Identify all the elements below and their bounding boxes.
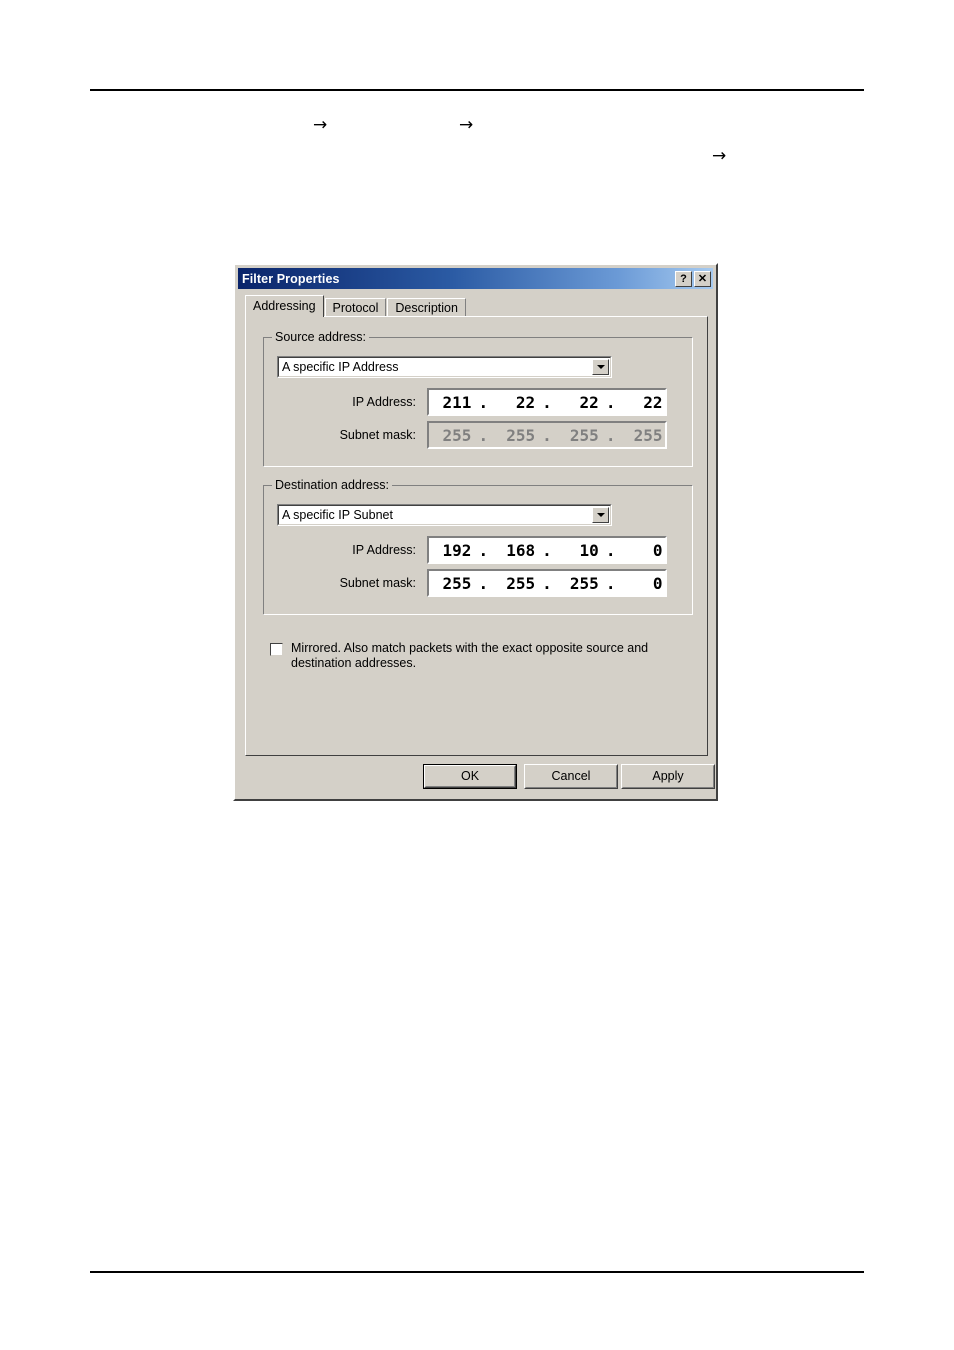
mirrored-checkbox-label: Mirrored. Also match packets with the ex… [291, 641, 649, 670]
source-address-group: Source address: A specific IP Address IP… [263, 330, 693, 467]
source-ip-octet-4[interactable]: 22 [622, 393, 662, 412]
chevron-down-icon[interactable] [592, 359, 609, 375]
ip-separator: . [542, 425, 552, 445]
page-header-rule [90, 89, 864, 91]
tab-protocol[interactable]: Protocol [324, 298, 387, 317]
destination-address-group: Destination address: A specific IP Subne… [263, 478, 693, 615]
source-mask-octet-4: 255 [633, 425, 663, 445]
ip-separator: . [542, 392, 552, 412]
destination-ip-address-label: IP Address: [352, 543, 416, 557]
destination-address-group-title: Destination address: [272, 478, 392, 492]
ip-separator: . [478, 425, 489, 445]
ok-button-label: OK [460, 769, 480, 783]
ip-separator: . [605, 573, 616, 593]
source-mask-octet-2: 255 [506, 425, 536, 445]
destination-ip-octet-3[interactable]: 10 [559, 541, 599, 560]
page-footer-rule [90, 1271, 864, 1273]
source-address-type-combobox[interactable]: A specific IP Address [277, 356, 612, 378]
apply-button[interactable]: Apply [621, 764, 715, 789]
source-address-type-value: A specific IP Address [282, 360, 399, 374]
mirrored-checkbox-row[interactable]: Mirrored. Also match packets with the ex… [270, 641, 671, 671]
destination-ip-octet-2[interactable]: 168 [495, 541, 535, 560]
chevron-down-icon[interactable] [592, 507, 609, 523]
cancel-button-label: Cancel [551, 769, 591, 783]
destination-mask-octet-2[interactable]: 255 [495, 574, 535, 593]
destination-mask-octet-3[interactable]: 255 [559, 574, 599, 593]
source-mask-octet-3: 255 [569, 425, 599, 445]
destination-ip-address-field[interactable]: 192 . 168 . 10 . 0 [427, 536, 667, 564]
ip-separator: . [542, 573, 552, 593]
source-address-group-title: Source address: [272, 330, 370, 344]
destination-mask-octet-1[interactable]: 255 [431, 574, 472, 593]
destination-ip-octet-1[interactable]: 192 [431, 541, 472, 560]
tabstrip: Addressing Protocol Description [245, 295, 467, 317]
ip-separator: . [605, 540, 616, 560]
mirrored-checkbox[interactable] [270, 643, 283, 656]
tab-addressing[interactable]: Addressing [245, 295, 324, 317]
tab-panel-addressing: Source address: A specific IP Address IP… [245, 316, 708, 756]
destination-mask-octet-4[interactable]: 0 [622, 574, 663, 593]
close-icon[interactable]: ✕ [694, 270, 711, 287]
source-ip-octet-2[interactable]: 22 [495, 393, 535, 412]
ip-separator: . [478, 573, 489, 593]
source-subnet-mask-label: Subnet mask: [339, 428, 416, 442]
destination-ip-octet-4[interactable]: 0 [622, 541, 663, 560]
dialog-title: Filter Properties [242, 271, 340, 286]
ip-separator: . [605, 425, 616, 445]
document-arrow-2: → [459, 115, 474, 135]
source-ip-octet-1[interactable]: 211 [431, 393, 472, 412]
source-ip-address-label: IP Address: [352, 395, 416, 409]
destination-subnet-mask-field[interactable]: 255 . 255 . 255 . 0 [427, 569, 667, 597]
dialog-titlebar[interactable]: Filter Properties ? ✕ [238, 268, 713, 289]
ip-separator: . [478, 540, 489, 560]
titlebar-button-group: ? ✕ [675, 270, 713, 287]
apply-button-label: Apply [652, 769, 684, 783]
destination-address-type-combobox[interactable]: A specific IP Subnet [277, 504, 612, 526]
destination-subnet-mask-label: Subnet mask: [339, 576, 416, 590]
ok-button[interactable]: OK [423, 764, 517, 789]
ip-separator: . [542, 540, 552, 560]
source-ip-address-field[interactable]: 211 . 22 . 22 . 22 [427, 388, 667, 416]
cancel-button[interactable]: Cancel [524, 764, 618, 789]
filter-properties-dialog: Filter Properties ? ✕ Addressing Protoco… [233, 263, 718, 801]
ip-separator: . [605, 392, 616, 412]
destination-address-type-value: A specific IP Subnet [282, 508, 393, 522]
source-mask-octet-1: 255 [442, 425, 472, 445]
document-arrow-1: → [313, 115, 328, 135]
document-arrow-3: → [712, 146, 727, 166]
source-subnet-mask-field: 255 . 255 . 255 . 255 [427, 421, 667, 449]
ip-separator: . [478, 392, 489, 412]
tab-description[interactable]: Description [387, 298, 466, 317]
source-ip-octet-3[interactable]: 22 [559, 393, 599, 412]
help-icon[interactable]: ? [675, 270, 692, 287]
